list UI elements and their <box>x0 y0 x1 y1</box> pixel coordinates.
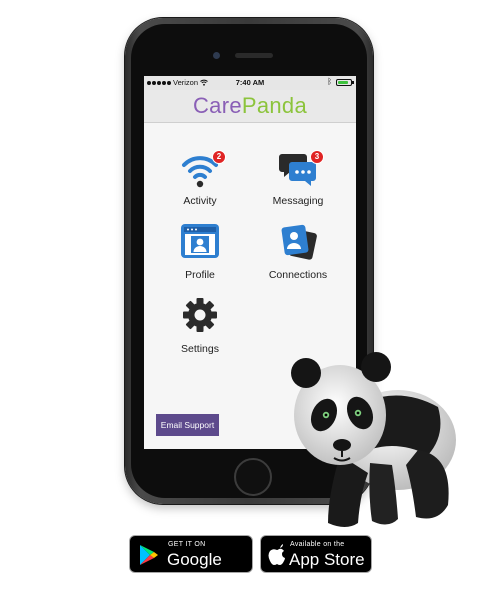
apple-logo-icon <box>268 544 285 565</box>
status-bar: Verizon 7:40 AM ᛒ <box>144 76 356 90</box>
settings-tile[interactable]: Settings <box>150 296 250 362</box>
app-store-badge[interactable]: Available on the App Store <box>260 535 372 573</box>
battery-icon <box>336 78 354 86</box>
activity-label: Activity <box>183 195 217 207</box>
messaging-badge: 3 <box>310 150 324 164</box>
gear-icon <box>183 298 217 332</box>
settings-label: Settings <box>181 343 219 355</box>
profile-tile[interactable]: Profile <box>150 222 250 288</box>
google-play-small-text: GET IT ON <box>168 541 206 548</box>
app-store-small-text: Available on the <box>290 541 345 548</box>
email-support-button[interactable]: Email Support <box>156 414 219 436</box>
google-play-icon <box>140 545 158 565</box>
app-store-big-text: App Store <box>289 550 365 569</box>
connections-label: Connections <box>268 269 328 281</box>
status-right: ᛒ <box>327 77 354 86</box>
bluetooth-icon: ᛒ <box>327 77 332 86</box>
messaging-tile[interactable]: 3 Messaging <box>248 148 348 214</box>
contacts-icon <box>281 224 317 260</box>
activity-tile[interactable]: 2 Activity <box>150 148 250 214</box>
home-button[interactable] <box>234 458 272 496</box>
battery-level <box>338 80 348 84</box>
front-camera <box>213 52 220 59</box>
profile-card-icon <box>181 224 219 258</box>
app-header: CarePanda <box>144 90 356 123</box>
google-play-big-text: Google Play <box>167 550 222 589</box>
status-time: 7:40 AM <box>235 78 265 87</box>
panda-mascot-image <box>291 352 456 527</box>
logo-care: Care <box>192 93 242 118</box>
google-play-badge[interactable]: GET IT ON Google Play <box>129 535 253 589</box>
activity-badge: 2 <box>212 150 226 164</box>
profile-label: Profile <box>185 269 215 281</box>
earpiece-speaker <box>235 53 273 58</box>
logo-panda: Panda <box>241 93 307 118</box>
connections-tile[interactable]: Connections <box>248 222 348 288</box>
messaging-label: Messaging <box>272 195 324 207</box>
